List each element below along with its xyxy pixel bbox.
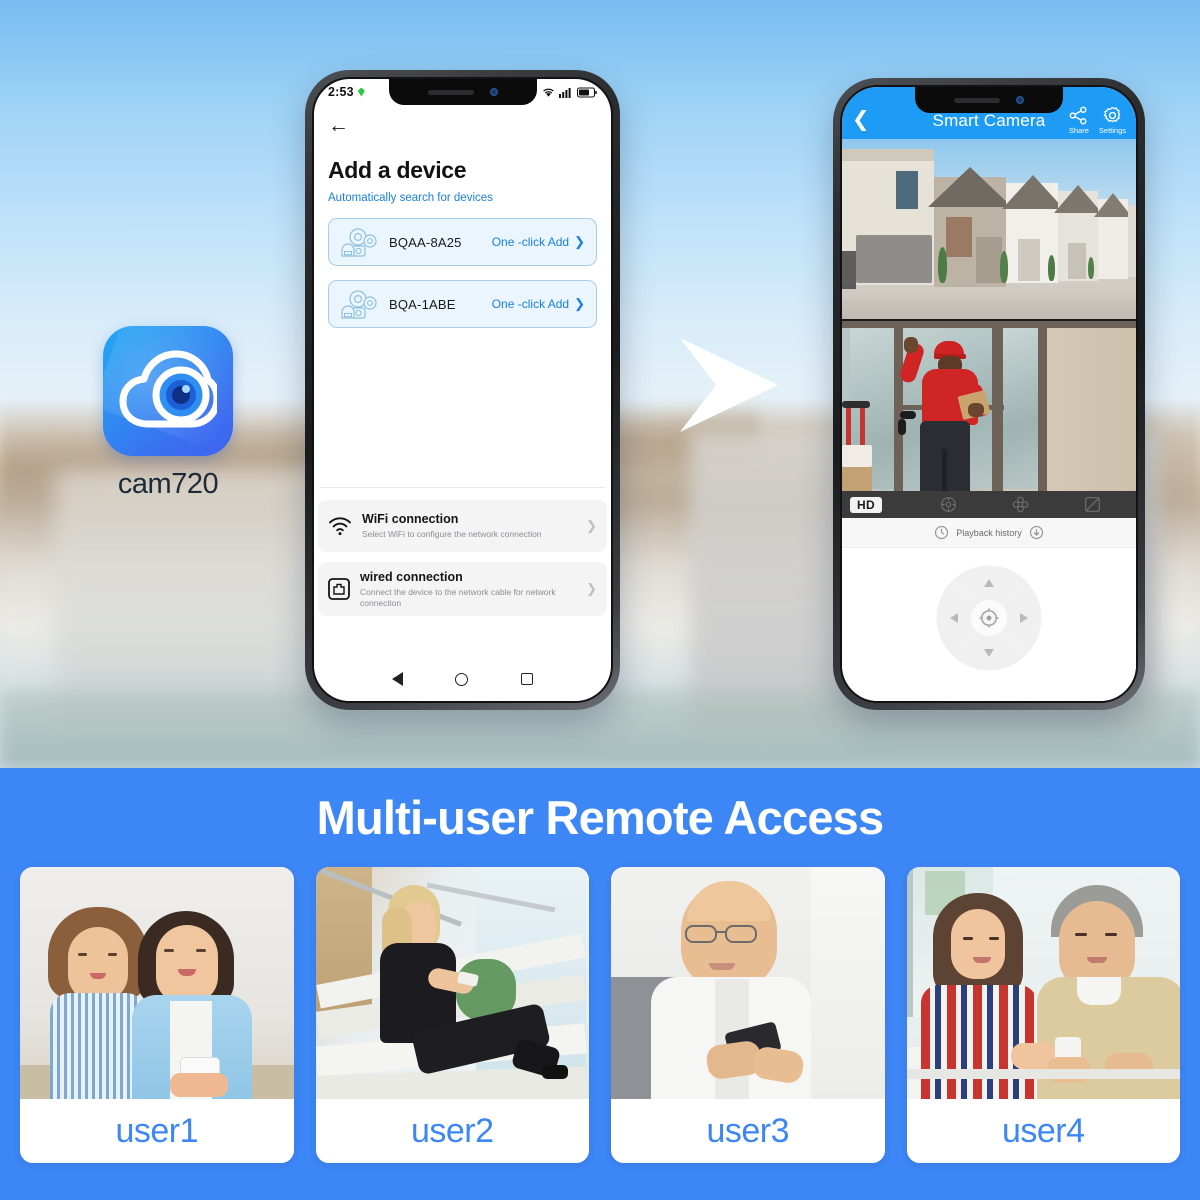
add-device-screen: ← Add a device Automatically search for … [314,105,611,701]
cellular-signal-icon [559,87,571,98]
nav-home-circle-icon[interactable] [455,672,469,686]
ptz-control-area [842,548,1136,701]
android-nav-bar [314,657,611,701]
camera-group-icon [341,290,377,319]
two-women-with-phone-photo [20,867,294,1099]
status-bar: 2:53 [314,79,611,105]
playback-history-row[interactable]: Playback history [842,518,1136,548]
playback-history-label: Playback history [956,527,1022,538]
history-clock-icon [935,525,949,540]
device-add-label: One -click Add [491,297,570,311]
section-divider [320,487,605,488]
user-label: user4 [906,1099,1180,1163]
back-chevron-icon[interactable]: ❮ [852,109,870,130]
user-label: user1 [20,1099,294,1163]
four-screen-split-icon [1012,496,1029,513]
settings-label: Settings [1098,125,1126,135]
device-row-2[interactable]: BQA-1ABE One -click Add ❯ [328,280,597,328]
page-subtitle: Automatically search for devices [328,192,493,204]
device-add-label: One -click Add [491,235,570,249]
quality-badge[interactable]: HD [850,496,882,513]
user-label: user3 [611,1099,885,1163]
man-with-glasses-phone-photo [611,867,885,1099]
battery-icon [577,86,597,98]
section-title: Multi-user Remote Access [316,791,885,844]
user-card-list: user1 user2 user3 user4 [0,845,1200,1163]
app-branding: cam720 [100,326,236,501]
townhouse-street-camera-feed[interactable] [842,139,1136,319]
fullscreen-expand-icon [1084,497,1100,512]
wifi-connection-row[interactable]: WiFi connection Select WiFi to configure… [318,500,607,552]
page-title: Add a device [328,157,467,183]
chevron-right-icon: ❯ [574,296,585,311]
device-add-action[interactable]: One -click Add ❯ [492,296,585,312]
gear-icon [1103,106,1121,122]
user-label: user2 [315,1099,589,1163]
young-woman-and-senior-man-phone-photo [906,867,1180,1099]
ethernet-port-icon [328,578,350,600]
nav-back-triangle-icon[interactable] [392,672,404,686]
phone-add-device: 2:53 ← Add a device Automatically search… [305,70,620,710]
wifi-icon [543,88,554,97]
connection-desc: Select WiFi to configure the network con… [362,529,542,540]
app-label: cam720 [117,468,219,500]
user-card[interactable]: user3 [611,867,885,1163]
cloud-camera-icon [103,326,233,456]
flow-arrow-icon [668,330,788,440]
status-time: 2:53 [328,85,354,99]
share-nodes-icon [1069,106,1087,124]
wired-connection-row[interactable]: wired connection Connect the device to t… [318,562,607,616]
settings-button[interactable]: Settings [1099,106,1126,135]
share-button[interactable]: Share [1069,106,1089,135]
device-row-1[interactable]: BQAA-8A25 One -click Add ❯ [328,218,597,266]
delivery-person-door-camera-feed[interactable] [842,319,1136,491]
woman-on-stairs-with-phone-photo [315,867,589,1099]
device-add-action[interactable]: One -click Add ❯ [492,234,585,250]
share-label: Share [1068,125,1089,135]
nav-recents-square-icon[interactable] [520,673,533,685]
chevron-right-icon: ❯ [574,234,585,249]
multi-user-section: Multi-user Remote Access user1 user2 use… [0,768,1200,1200]
wifi-icon [329,517,351,536]
user-card[interactable]: user4 [906,867,1180,1163]
user-card[interactable]: user1 [20,867,294,1163]
crosshair-target-icon [941,497,957,512]
hero-scene: cam720 2:53 ← Add a device Automatically… [0,0,1200,768]
dpad-center-icon[interactable] [971,599,1007,636]
ptz-dpad [930,559,1048,677]
device-name: BQAA-8A25 [389,234,462,250]
back-arrow-icon[interactable]: ← [328,115,349,136]
device-name: BQA-1ABE [389,296,456,312]
chevron-right-icon: ❯ [586,581,597,596]
location-arrow-icon [357,87,365,97]
phone-smart-camera: ❮ Smart Camera Share Settings HD Playbac… [833,78,1145,710]
download-arrow-icon [1029,525,1043,540]
chevron-right-icon: ❯ [586,518,597,533]
connection-title: WiFi connection [362,512,459,527]
user-card[interactable]: user2 [315,867,589,1163]
connection-desc: Connect the device to the network cable … [360,586,556,608]
video-control-bar: HD [842,491,1136,518]
phone-notch [915,87,1063,113]
connection-title: wired connection [360,569,463,584]
camera-group-icon [341,228,377,257]
